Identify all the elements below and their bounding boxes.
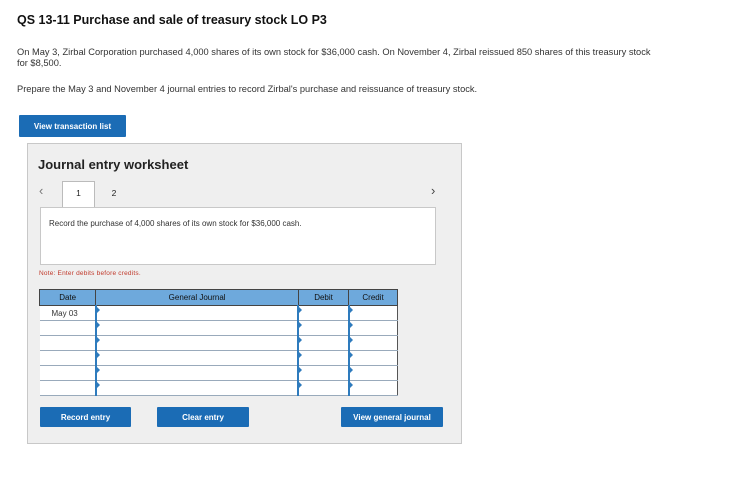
credit-input[interactable]: [347, 335, 398, 351]
table-row: [39, 335, 398, 351]
account-input[interactable]: [94, 350, 299, 366]
debit-input[interactable]: [297, 305, 350, 321]
chevron-left-icon[interactable]: ‹: [39, 183, 43, 198]
date-cell[interactable]: [39, 380, 97, 396]
page-title: QS 13-11 Purchase and sale of treasury s…: [17, 13, 327, 27]
header-date: Date: [38, 289, 97, 306]
debit-input[interactable]: [297, 365, 350, 381]
debit-input[interactable]: [297, 380, 350, 396]
header-general-journal: General Journal: [95, 289, 299, 306]
record-entry-button[interactable]: Record entry: [40, 407, 131, 427]
header-credit: Credit: [348, 289, 398, 306]
table-row: May 03: [39, 305, 398, 321]
account-input[interactable]: [94, 365, 299, 381]
debit-input[interactable]: [297, 335, 350, 351]
debit-input[interactable]: [297, 350, 350, 366]
view-general-journal-button[interactable]: View general journal: [341, 407, 443, 427]
credit-input[interactable]: [347, 350, 398, 366]
view-transaction-list-button[interactable]: View transaction list: [19, 115, 126, 137]
table-row: [39, 365, 398, 381]
credit-input[interactable]: [347, 305, 398, 321]
problem-instructions: Prepare the May 3 and November 4 journal…: [17, 84, 478, 94]
table-row: [39, 380, 398, 396]
date-cell[interactable]: May 03: [39, 305, 97, 321]
account-input[interactable]: [94, 380, 299, 396]
credit-input[interactable]: [347, 380, 398, 396]
journal-table: Date General Journal Debit Credit May 03: [38, 289, 398, 396]
debit-input[interactable]: [297, 320, 350, 336]
date-cell[interactable]: [39, 335, 97, 351]
clear-entry-button[interactable]: Clear entry: [157, 407, 249, 427]
date-cell[interactable]: [39, 365, 97, 381]
table-row: [39, 320, 398, 336]
instruction-text: Record the purchase of 4,000 shares of i…: [49, 219, 302, 228]
account-input[interactable]: [94, 320, 299, 336]
account-input[interactable]: [94, 335, 299, 351]
credit-input[interactable]: [347, 320, 398, 336]
date-cell[interactable]: [39, 320, 97, 336]
date-cell[interactable]: [39, 350, 97, 366]
account-input[interactable]: [94, 305, 299, 321]
note-text: Note: Enter debits before credits.: [39, 270, 141, 277]
header-debit: Debit: [297, 289, 350, 306]
problem-description: On May 3, Zirbal Corporation purchased 4…: [17, 47, 651, 68]
tab-1[interactable]: 1: [62, 181, 95, 207]
worksheet-title: Journal entry worksheet: [38, 157, 189, 172]
instruction-box: Record the purchase of 4,000 shares of i…: [40, 207, 436, 265]
table-row: [39, 350, 398, 366]
tab-2[interactable]: 2: [104, 181, 124, 203]
chevron-right-icon[interactable]: ›: [431, 183, 435, 198]
credit-input[interactable]: [347, 365, 398, 381]
